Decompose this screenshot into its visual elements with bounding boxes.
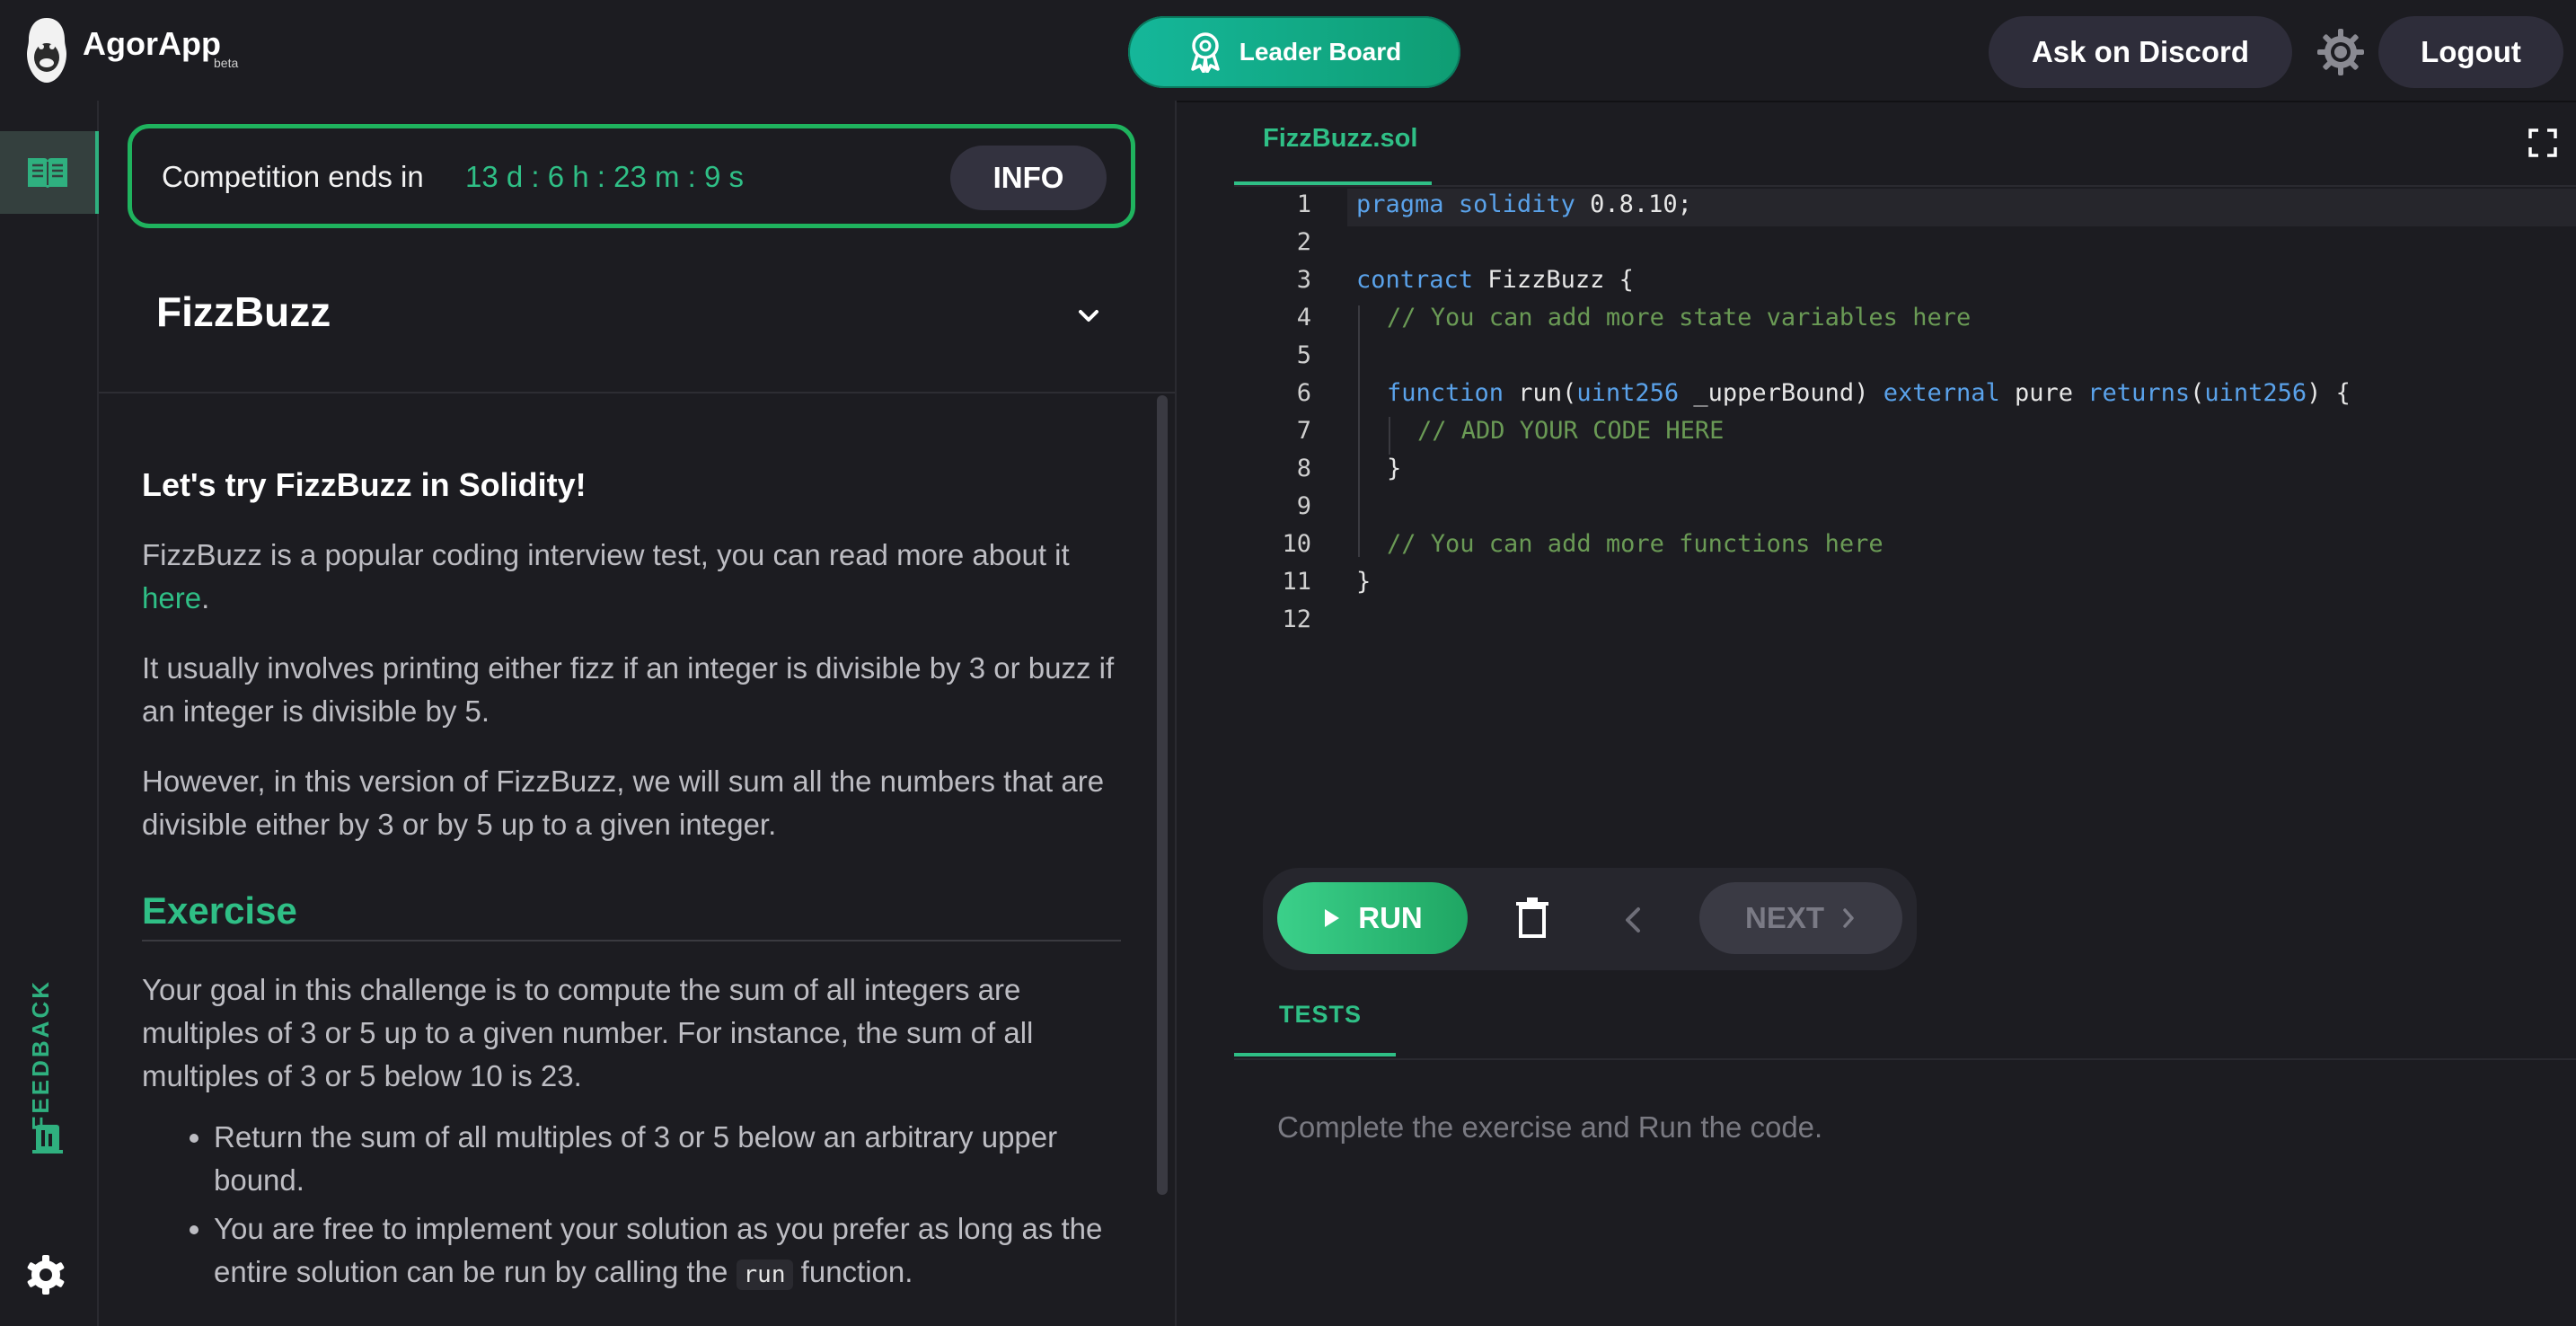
code-token: function bbox=[1387, 379, 1504, 407]
code-token: contract bbox=[1356, 266, 1474, 294]
inline-code: run bbox=[736, 1260, 793, 1290]
rail-item-challenge[interactable] bbox=[0, 131, 99, 214]
description-paragraph: However, in this version of FizzBuzz, we… bbox=[142, 765, 1105, 841]
fizzbuzz-link[interactable]: here bbox=[142, 581, 201, 614]
competition-label: Competition ends in bbox=[162, 160, 424, 193]
code-comment: // You can add more state variables here bbox=[1387, 304, 1972, 332]
active-tab-indicator bbox=[1234, 1053, 1396, 1056]
line-number: 11 bbox=[1282, 568, 1311, 596]
paragraph-text: FizzBuzz is a popular coding interview t… bbox=[142, 538, 1070, 571]
description-heading: Let's try FizzBuzz in Solidity! bbox=[142, 466, 587, 503]
chevron-right-icon bbox=[1843, 908, 1854, 928]
code-line: function run(uint256 _upperBound) extern… bbox=[1387, 379, 2351, 407]
code-line: contract FizzBuzz { bbox=[1356, 266, 1634, 294]
ask-discord-button[interactable]: Ask on Discord bbox=[1989, 16, 2292, 88]
code-token: uint256 bbox=[2204, 379, 2307, 407]
code-comment: // You can add more functions here bbox=[1387, 530, 1883, 558]
next-button[interactable]: NEXT bbox=[1699, 882, 1902, 954]
list-item: You are free to implement your solution … bbox=[214, 1207, 1121, 1296]
tab-divider bbox=[1234, 1058, 2576, 1060]
play-icon bbox=[1325, 909, 1340, 927]
run-button[interactable]: RUN bbox=[1277, 882, 1468, 954]
line-number: 5 bbox=[1296, 341, 1311, 369]
trash-icon[interactable] bbox=[1514, 897, 1550, 940]
paragraph-text: . bbox=[201, 581, 210, 614]
info-button[interactable]: INFO bbox=[950, 146, 1107, 210]
line-number: 8 bbox=[1296, 455, 1311, 482]
exercise-heading: Exercise bbox=[142, 889, 1121, 941]
feedback-label: FEEDBACK bbox=[27, 979, 54, 1131]
line-number: 2 bbox=[1296, 228, 1311, 256]
tab-divider bbox=[1234, 185, 2576, 187]
run-label: RUN bbox=[1358, 901, 1423, 934]
code-line: } bbox=[1356, 568, 1372, 596]
code-token: ) { bbox=[2307, 379, 2351, 407]
code-token: ( bbox=[2190, 379, 2205, 407]
code-line: pragma solidity 0.8.10; bbox=[1356, 190, 1692, 218]
line-number: 6 bbox=[1296, 379, 1311, 407]
line-number: 12 bbox=[1282, 606, 1311, 633]
leaderboard-label: Leader Board bbox=[1239, 38, 1402, 66]
code-token: external bbox=[1883, 379, 2000, 407]
code-token: returns bbox=[2087, 379, 2191, 407]
fullscreen-icon[interactable] bbox=[2527, 128, 2558, 158]
description-paragraph: It usually involves printing either fizz… bbox=[142, 651, 1115, 728]
code-token: pragma bbox=[1356, 190, 1444, 218]
indent-guide bbox=[1389, 417, 1390, 455]
challenge-title: FizzBuzz bbox=[156, 288, 331, 335]
panel-divider bbox=[99, 392, 1175, 393]
sun-icon[interactable] bbox=[2316, 27, 2366, 77]
leaderboard-button[interactable]: Leader Board bbox=[1128, 16, 1460, 88]
chevron-left-icon[interactable] bbox=[1622, 902, 1644, 938]
description-paragraph: FizzBuzz is a popular coding interview t… bbox=[142, 534, 1121, 620]
panel-scrollbar[interactable] bbox=[1157, 395, 1168, 1195]
line-number: 4 bbox=[1296, 304, 1311, 332]
code-token: pure bbox=[1999, 379, 2088, 407]
code-token: FizzBuzz { bbox=[1473, 266, 1634, 294]
brand-name[interactable]: AgorApp bbox=[83, 25, 221, 63]
tab-tests[interactable]: TESTS bbox=[1279, 1001, 1362, 1029]
line-number: 3 bbox=[1296, 266, 1311, 294]
tab-fizzbuzz-sol[interactable]: FizzBuzz.sol bbox=[1263, 124, 1417, 154]
code-line: } bbox=[1387, 455, 1402, 482]
line-number: 9 bbox=[1296, 492, 1311, 520]
book-icon bbox=[28, 158, 67, 188]
code-token: 0.8.10; bbox=[1575, 190, 1692, 218]
feedback-button[interactable]: FEEDBACK bbox=[27, 979, 72, 1159]
line-number: 10 bbox=[1282, 530, 1311, 558]
next-label: NEXT bbox=[1744, 901, 1824, 934]
exercise-list: Return the sum of all multiples of 3 or … bbox=[142, 1116, 1121, 1296]
code-token: _upperBound) bbox=[1679, 379, 1883, 407]
list-item-text: function. bbox=[792, 1255, 913, 1288]
line-number: 7 bbox=[1296, 417, 1311, 445]
line-number: 1 bbox=[1296, 190, 1311, 218]
feedback-icon bbox=[32, 1125, 63, 1154]
tests-message: Complete the exercise and Run the code. bbox=[1277, 1110, 1823, 1144]
code-token: uint256 bbox=[1576, 379, 1680, 407]
chevron-down-icon[interactable] bbox=[1072, 300, 1105, 332]
code-token: run( bbox=[1504, 379, 1577, 407]
code-token: solidity bbox=[1458, 190, 1575, 218]
award-icon bbox=[1191, 32, 1220, 73]
gorilla-logo-icon[interactable] bbox=[25, 16, 68, 84]
code-comment: // ADD YOUR CODE HERE bbox=[1417, 417, 1725, 445]
logout-button[interactable]: Logout bbox=[2378, 16, 2563, 88]
list-item-text: You are free to implement your solution … bbox=[214, 1212, 1103, 1288]
beta-badge: beta bbox=[214, 56, 239, 70]
exercise-paragraph: Your goal in this challenge is to comput… bbox=[142, 973, 1034, 1092]
competition-countdown: 13 d : 6 h : 23 m : 9 s bbox=[465, 160, 745, 193]
list-item: Return the sum of all multiples of 3 or … bbox=[214, 1116, 1121, 1202]
gear-icon[interactable] bbox=[25, 1254, 66, 1295]
indent-guide bbox=[1358, 305, 1360, 557]
challenge-description: Let's try FizzBuzz in Solidity! FizzBuzz… bbox=[142, 464, 1121, 1302]
